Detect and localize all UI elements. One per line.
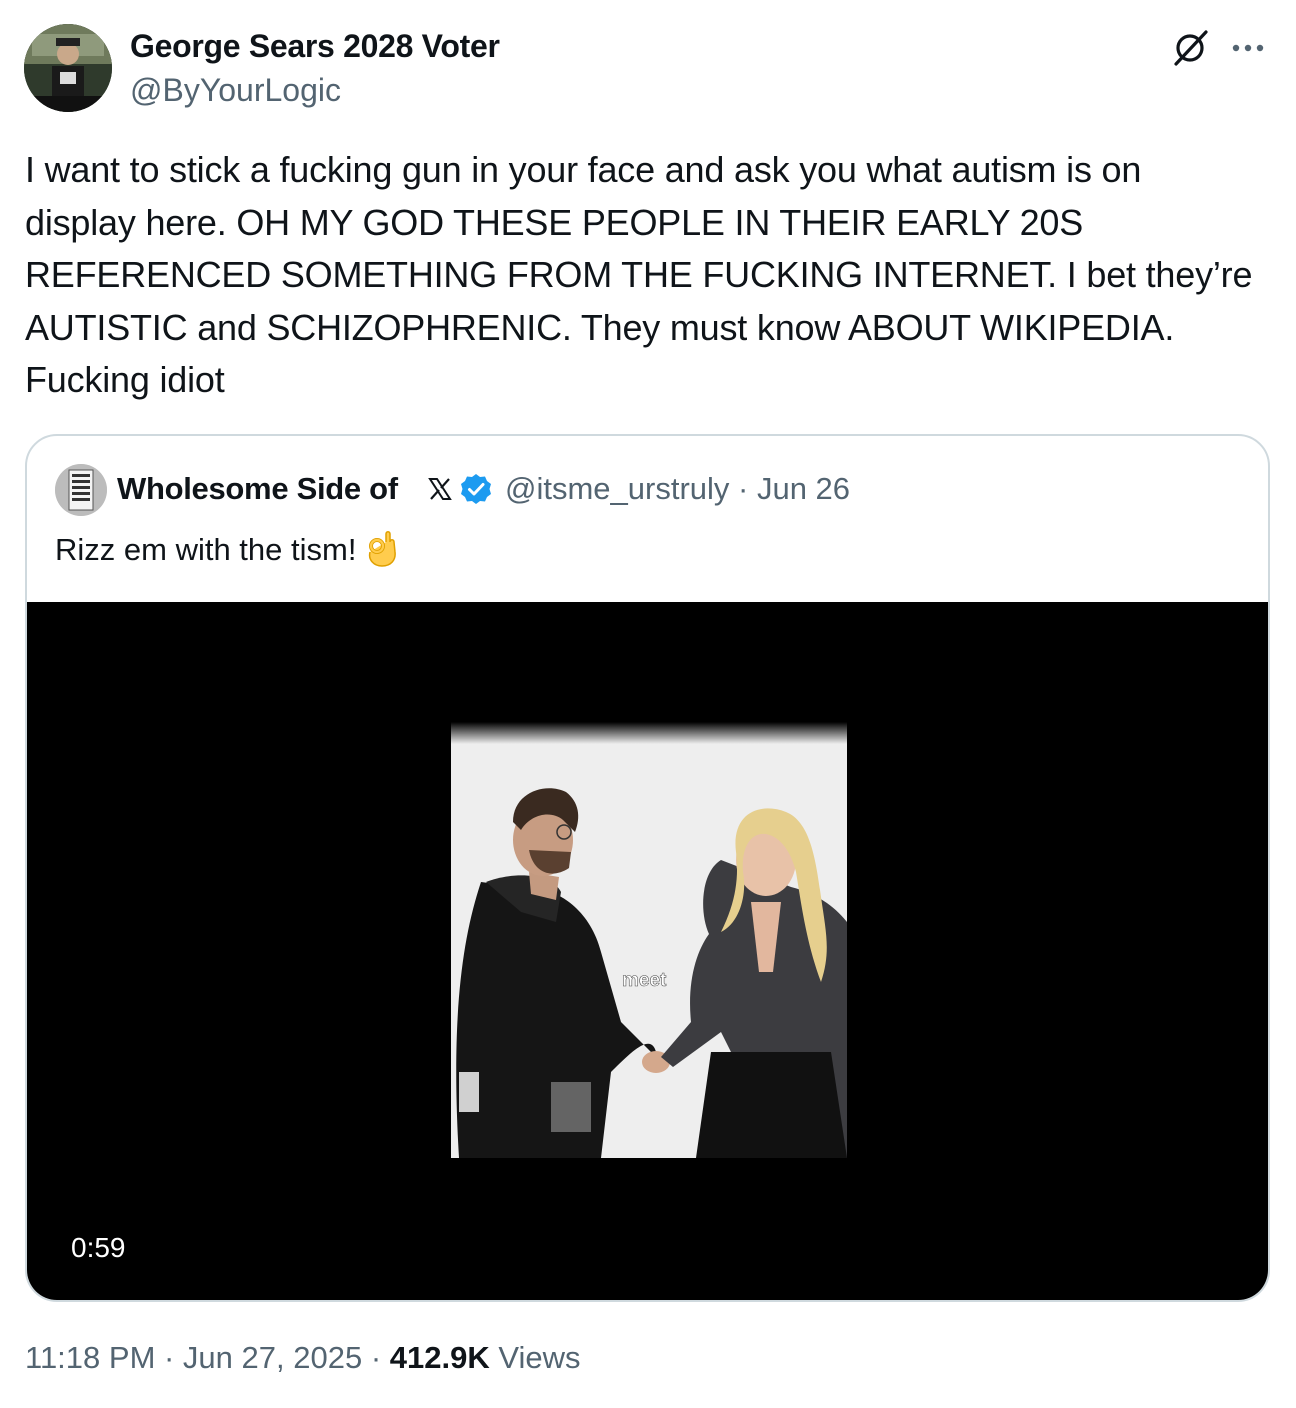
- quoted-text: Rizz em with the tism!: [55, 528, 400, 570]
- quoted-text-content: Rizz em with the tism!: [55, 532, 357, 567]
- views-count: 412.9K: [389, 1340, 490, 1375]
- quoted-tweet[interactable]: Wholesome Side of @itsme_urstruly · Jun …: [25, 434, 1270, 1302]
- quoted-author-avatar[interactable]: [55, 464, 107, 516]
- verified-badge-icon[interactable]: [459, 472, 493, 506]
- author-avatar[interactable]: [24, 24, 112, 112]
- timestamp[interactable]: 11:18 PM · Jun 27, 2025 ·: [25, 1340, 390, 1375]
- video-frame: [451, 722, 847, 1158]
- author-handle[interactable]: @ByYourLogic: [130, 72, 341, 109]
- tweet-text: I want to stick a fucking gun in your fa…: [25, 149, 1253, 400]
- quoted-handle-date[interactable]: @itsme_urstruly · Jun 26: [505, 471, 850, 507]
- quoted-author-name[interactable]: Wholesome Side of: [117, 471, 398, 507]
- video-player[interactable]: meet 0:59: [27, 602, 1268, 1300]
- x-logo-icon: [427, 476, 453, 502]
- tweet-meta: 11:18 PM · Jun 27, 2025 · 412.9K Views: [25, 1340, 580, 1376]
- video-duration: 0:59: [71, 1232, 126, 1263]
- views-label: Views: [489, 1340, 581, 1375]
- more-icon[interactable]: [1226, 26, 1270, 70]
- author-name[interactable]: George Sears 2028 Voter: [130, 28, 500, 65]
- ok-hand-emoji: [364, 528, 400, 568]
- tweet: George Sears 2028 Voter @ByYourLogic I w…: [0, 0, 1296, 1408]
- grok-icon[interactable]: [1168, 26, 1212, 70]
- video-caption: meet: [622, 970, 667, 992]
